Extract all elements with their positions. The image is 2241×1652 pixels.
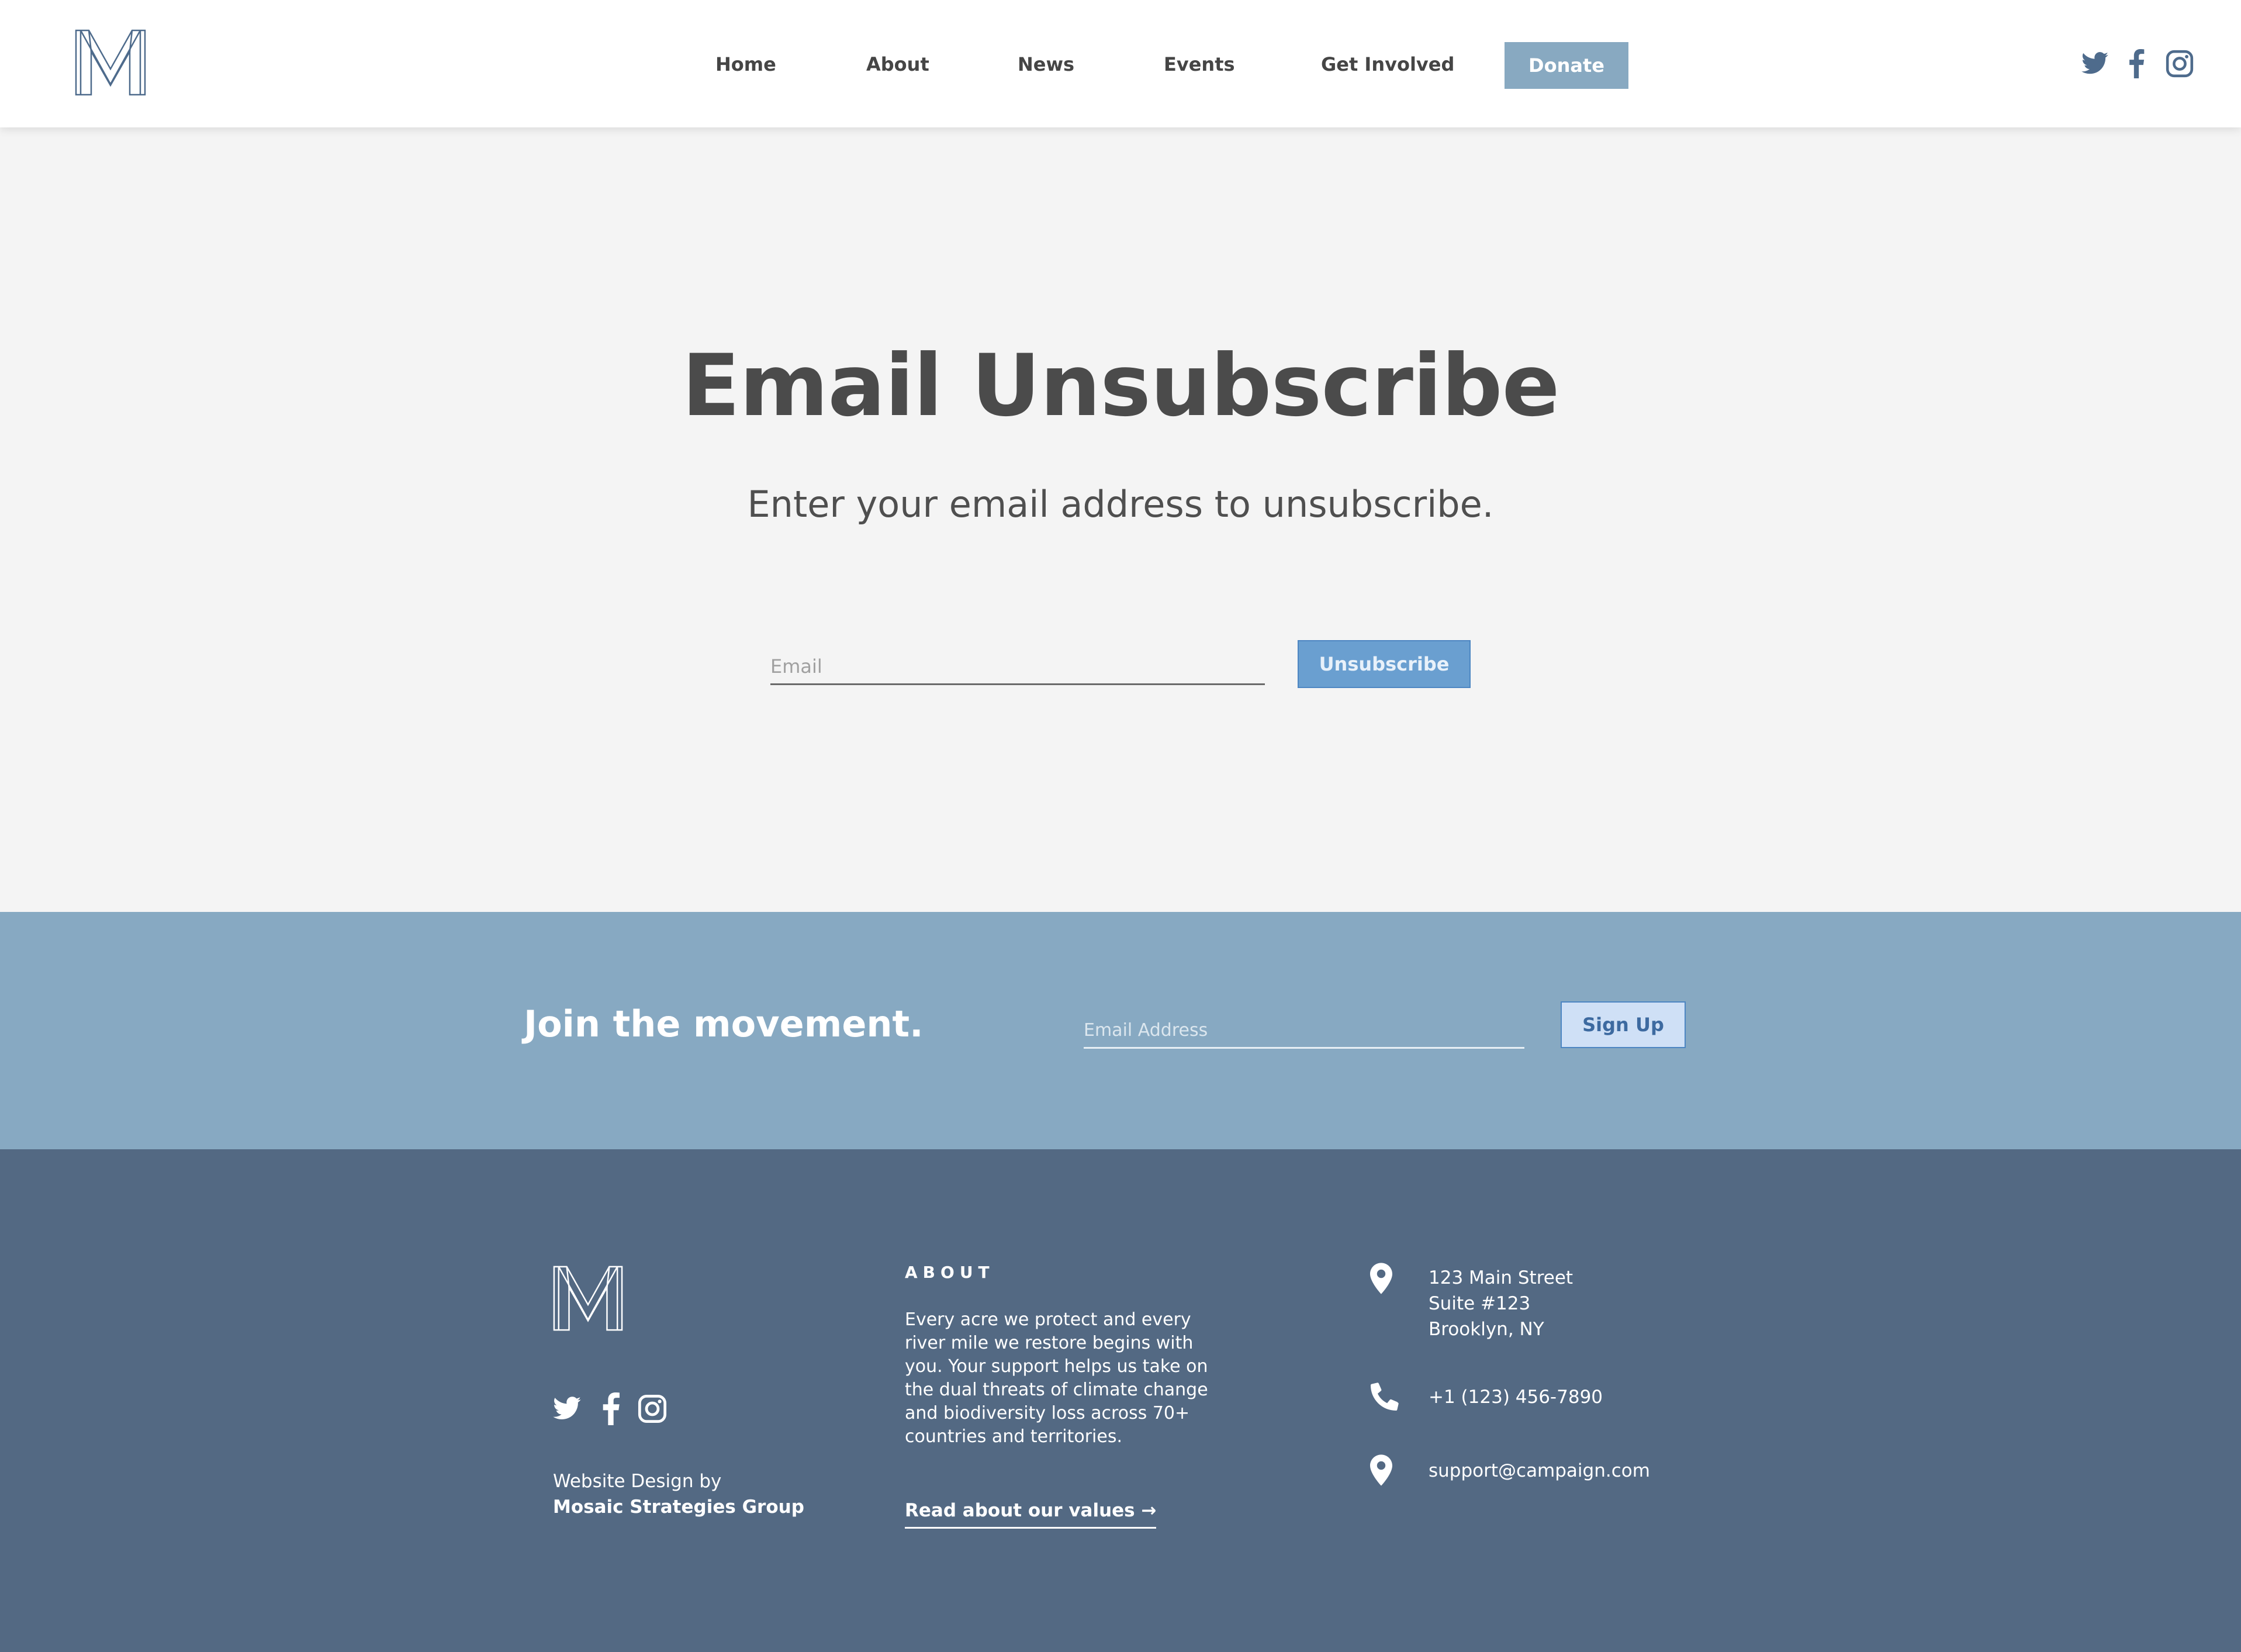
address-line-1: 123 Main Street [1429, 1267, 1573, 1288]
read-values-link[interactable]: Read about our values → [905, 1500, 1157, 1529]
credit-agency-link[interactable]: Mosaic Strategies Group [553, 1494, 804, 1520]
email-field[interactable] [770, 643, 1265, 685]
nav-get-involved[interactable]: Get Involved [1321, 53, 1454, 76]
footer-facebook-icon[interactable] [601, 1392, 621, 1425]
signup-email-field[interactable] [1084, 1005, 1524, 1049]
support-email[interactable]: support@campaign.com [1429, 1458, 1650, 1484]
footer-twitter-icon[interactable] [552, 1392, 582, 1425]
nav-about[interactable]: About [866, 53, 929, 76]
site-header: Home About News Events Get Involved Dona… [0, 0, 2241, 127]
phone-icon [1370, 1383, 1399, 1411]
page-title: Email Unsubscribe [682, 336, 1559, 436]
footer-logo-icon[interactable] [552, 1264, 624, 1333]
footer-instagram-icon[interactable] [637, 1392, 668, 1425]
address: 123 Main Street Suite #123 Brooklyn, NY [1429, 1265, 1573, 1342]
instagram-icon[interactable] [2165, 49, 2194, 78]
main-nav: Home About News Events Get Involved Dona… [0, 0, 2241, 127]
donate-button[interactable]: Donate [1505, 42, 1628, 89]
about-heading: ABOUT [905, 1263, 995, 1282]
credit-line: Website Design by [553, 1471, 722, 1492]
address-line-2: Suite #123 [1429, 1293, 1531, 1314]
join-title: Join the movement. [524, 1003, 924, 1045]
email-pin-icon [1370, 1454, 1392, 1486]
phone-number[interactable]: +1 (123) 456-7890 [1429, 1384, 1603, 1410]
about-text: Every acre we protect and every river mi… [905, 1309, 1208, 1447]
location-pin-icon [1370, 1263, 1392, 1294]
twitter-icon[interactable] [2080, 49, 2110, 78]
nav-events[interactable]: Events [1164, 53, 1235, 76]
page-subtitle: Enter your email address to unsubscribe. [747, 483, 1494, 526]
facebook-icon[interactable] [2126, 49, 2146, 78]
signup-button[interactable]: Sign Up [1561, 1001, 1686, 1048]
design-credit: Website Design by Mosaic Strategies Grou… [553, 1468, 804, 1520]
nav-news[interactable]: News [1018, 53, 1074, 76]
address-line-3: Brooklyn, NY [1429, 1319, 1544, 1340]
nav-home[interactable]: Home [715, 53, 776, 76]
unsubscribe-button[interactable]: Unsubscribe [1298, 640, 1471, 688]
